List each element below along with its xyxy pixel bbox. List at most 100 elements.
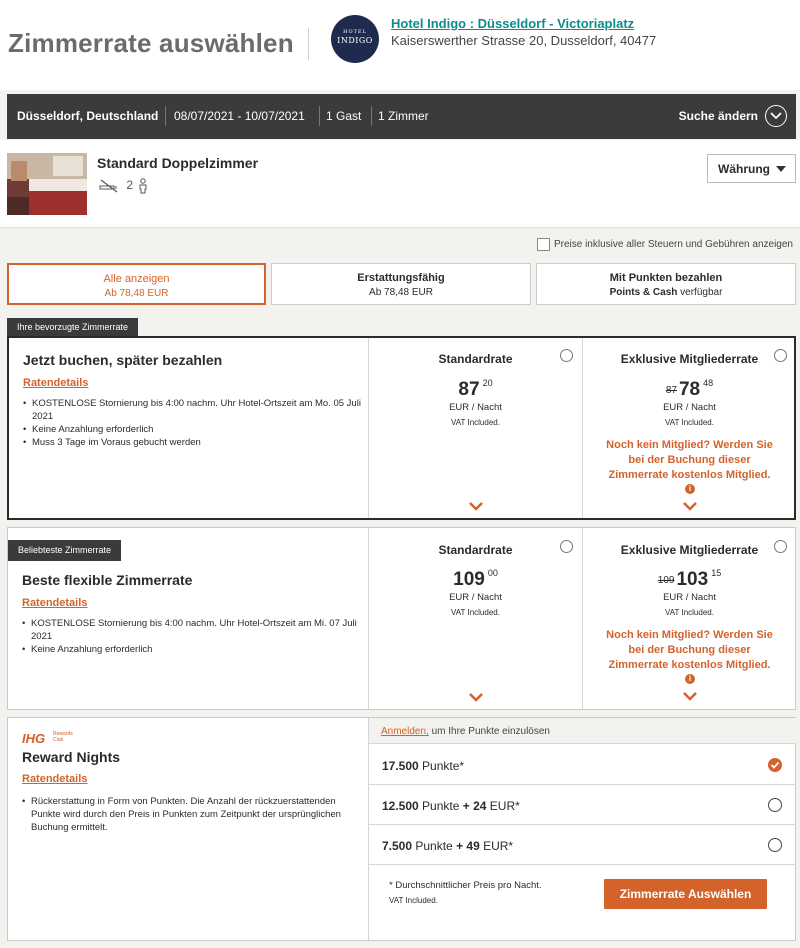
ihg-rewards-logo: IHG Rewards Club (22, 730, 73, 748)
rate-bullets: KOSTENLOSE Stornierung bis 4:00 nachm. U… (23, 397, 363, 449)
member-price: 87 78 48 (583, 378, 796, 401)
points-cash-text: Points & Cash (609, 287, 678, 298)
ihg-sub2: Club (53, 737, 64, 743)
price-footnote: * Durchschnittlicher Preis pro Nacht. (389, 880, 542, 891)
old-price: 109 (657, 575, 675, 586)
cash-unit: EUR* (479, 839, 514, 853)
logo-text-top: HOTEL (343, 29, 367, 35)
selected-check-icon[interactable] (768, 758, 782, 772)
list-item: KOSTENLOSE Stornierung bis 4:00 nachm. U… (23, 397, 363, 423)
hotel-indigo-logo: HOTEL INDIGO (331, 15, 379, 63)
room-meta: 2 (99, 178, 148, 194)
price-cents: 00 (487, 568, 498, 578)
cash-value: + 49 (456, 839, 480, 853)
standard-rate-option[interactable]: Standardrate 87 20 EUR / Nacht VAT Includ… (368, 338, 582, 518)
price-unit: EUR / Nacht (663, 592, 716, 603)
chevron-down-icon[interactable] (765, 105, 787, 127)
reward-nights-card: IHG Rewards Club Reward Nights Ratendetai… (7, 717, 796, 941)
tax-toggle[interactable]: Preise inklusive aller Steuern und Gebüh… (536, 238, 793, 251)
info-icon[interactable]: i (685, 484, 695, 494)
standard-rate-radio[interactable] (560, 349, 573, 362)
standard-price: 109 00 (369, 568, 582, 591)
standard-price: 87 20 (369, 378, 582, 401)
occupancy-count: 2 (126, 178, 134, 193)
points-value: 7.500 (382, 839, 413, 853)
chevron-down-icon[interactable] (469, 693, 483, 702)
points-word: Punkte* (418, 759, 465, 773)
vat-note: VAT Included. (451, 608, 500, 617)
points-option-radio[interactable] (768, 838, 782, 852)
points-option-1[interactable]: 17.500 Punkte* (369, 745, 796, 785)
tab-all[interactable]: Alle anzeigen Ab 78,48 EUR (7, 263, 266, 305)
currency-select[interactable]: Währung (707, 154, 796, 183)
tab-sublabel: Points & Cash verfügbar (537, 287, 795, 298)
chevron-down-icon[interactable] (683, 692, 697, 701)
rate-details-link[interactable]: Ratendetails (23, 377, 88, 389)
search-rooms: 1 Zimmer (378, 109, 429, 123)
rate-card-pay-later: Jetzt buchen, später bezahlen Ratendetai… (7, 336, 796, 520)
member-rate-radio[interactable] (774, 540, 787, 553)
rate-details-link[interactable]: Ratendetails (22, 773, 87, 785)
price-cents: 15 (711, 568, 722, 578)
member-rate-option[interactable]: Exklusive Mitgliederrate 109 103 15 EUR / … (582, 528, 796, 709)
search-summary-bar: Düsseldorf, Deutschland 08/07/2021 - 10/… (7, 94, 796, 139)
standard-rate-label: Standardrate (438, 543, 513, 557)
member-promo-text: Noch kein Mitglied? Werden Sie bei der B… (606, 439, 773, 481)
list-item: Keine Anzahlung erforderlich (23, 423, 363, 436)
rate-details-link[interactable]: Ratendetails (22, 597, 87, 609)
standard-rate-option[interactable]: Standardrate 109 00 EUR / Nacht VAT Inclu… (368, 528, 582, 709)
search-dates: 08/07/2021 - 10/07/2021 (174, 109, 305, 123)
rate-bullets: KOSTENLOSE Stornierung bis 4:00 nachm. U… (22, 617, 362, 656)
tab-refundable[interactable]: Erstattungsfähig Ab 78,48 EUR (271, 263, 531, 305)
points-value: 12.500 (382, 799, 419, 813)
chevron-down-icon[interactable] (469, 502, 483, 511)
points-option-2[interactable]: 12.500 Punkte + 24 EUR* (369, 785, 796, 825)
list-item: Keine Anzahlung erforderlich (22, 643, 362, 656)
price-value: 103 (676, 569, 709, 590)
member-price: 109 103 15 (583, 568, 796, 591)
tab-label: Erstattungsfähig (357, 272, 445, 284)
room-photo[interactable] (7, 153, 87, 215)
divider (165, 106, 166, 126)
tab-points[interactable]: Mit Punkten bezahlen Points & Cash verfü… (536, 263, 796, 305)
price-value: 109 (453, 569, 485, 590)
cash-value: + 24 (462, 799, 487, 813)
divider (319, 106, 320, 126)
price-cents: 48 (703, 378, 714, 388)
member-rate-option[interactable]: Exklusive Mitgliederrate 87 78 48 EUR / Na… (582, 338, 796, 518)
points-options: Anmelden, um Ihre Punkte einzulösen 17.5… (368, 718, 796, 940)
list-item: KOSTENLOSE Stornierung bis 4:00 nachm. U… (22, 617, 362, 643)
points-option-radio[interactable] (768, 798, 782, 812)
tab-label: Mit Punkten bezahlen (609, 272, 723, 284)
member-promo-text: Noch kein Mitglied? Werden Sie bei der B… (606, 629, 773, 671)
member-rate-label: Exklusive Mitgliederrate (620, 543, 759, 557)
vat-note: VAT Included. (389, 896, 438, 905)
search-guests: 1 Gast (326, 109, 362, 123)
member-rate-radio[interactable] (774, 349, 787, 362)
vat-note: VAT Included. (665, 608, 714, 617)
room-header: Standard Doppelzimmer 2 Währung (0, 140, 800, 228)
change-search-button[interactable]: Suche ändern (679, 109, 758, 123)
standard-rate-label: Standardrate (438, 352, 513, 366)
no-smoking-icon (99, 179, 118, 193)
preferred-rate-flag: Ihre bevorzugte Zimmerrate (7, 318, 139, 336)
info-icon[interactable]: i (685, 674, 695, 684)
standard-rate-radio[interactable] (560, 540, 573, 553)
divider (308, 28, 309, 60)
chevron-down-icon[interactable] (683, 502, 697, 511)
tax-checkbox[interactable] (536, 238, 550, 251)
rate-title: Beste flexible Zimmerrate (22, 572, 193, 588)
signin-text: um Ihre Punkte einzulösen (428, 726, 550, 737)
select-rate-button[interactable]: Zimmerrate Auswählen (604, 879, 767, 909)
ihg-brand: IHG (22, 731, 46, 746)
hotel-address: Kaiserswerther Strasse 20, Dusseldorf, 4… (391, 33, 657, 48)
price-value: 78 (678, 379, 701, 400)
points-option-3[interactable]: 7.500 Punkte + 49 EUR* (369, 825, 796, 865)
price-unit: EUR / Nacht (663, 402, 716, 413)
rate-card-flexible: Beliebteste Zimmerrate Beste flexible Zi… (7, 527, 796, 710)
old-price: 87 (665, 385, 677, 396)
hotel-name-link[interactable]: Hotel Indigo : Düsseldorf - Victoriaplat… (391, 16, 634, 31)
price-unit: EUR / Nacht (449, 402, 502, 413)
signin-link[interactable]: Anmelden, (381, 726, 429, 737)
vat-note: VAT Included. (665, 418, 714, 427)
